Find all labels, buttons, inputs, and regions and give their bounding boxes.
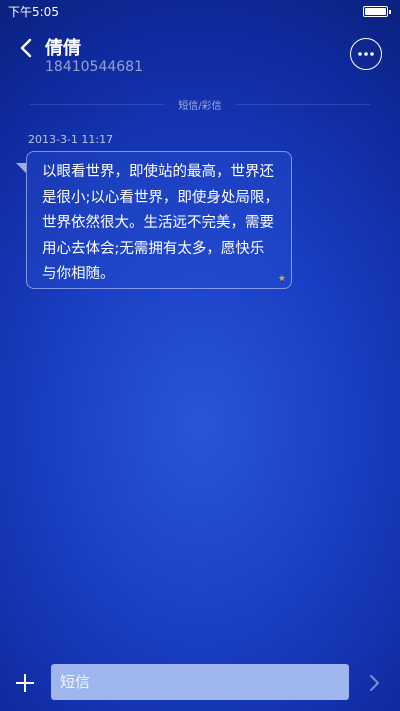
contact-number: 18410544681 xyxy=(45,59,143,75)
divider-line-right xyxy=(235,104,370,105)
back-button[interactable] xyxy=(12,34,40,62)
conversation-header: 倩倩 18410544681 xyxy=(0,28,400,84)
message-text: 以眼看世界，即使站的最高，世界还 是很小;以心看世界，即使身处局限， 世界依然很… xyxy=(42,164,279,282)
more-options-button[interactable] xyxy=(350,38,382,70)
chevron-right-icon xyxy=(370,675,379,691)
send-button[interactable] xyxy=(364,672,384,694)
star-icon: ★ xyxy=(277,274,286,284)
message-type-divider: 短信/彩信 xyxy=(0,96,400,112)
status-bar: 下午5:05 xyxy=(0,0,400,22)
compose-bar xyxy=(0,660,400,710)
message-bubble[interactable]: 以眼看世界，即使站的最高，世界还 是很小;以心看世界，即使身处局限， 世界依然很… xyxy=(26,151,292,289)
status-time: 下午5:05 xyxy=(8,4,59,19)
battery-icon xyxy=(363,5,391,17)
bubble-tail xyxy=(16,163,26,173)
more-dots-icon xyxy=(358,52,374,56)
message-timestamp: 2013-3-1 11:17 xyxy=(28,133,114,146)
contact-name: 倩倩 xyxy=(45,38,81,59)
message-type-label: 短信/彩信 xyxy=(178,100,222,112)
sms-input[interactable] xyxy=(51,664,349,700)
divider-line-left xyxy=(30,104,165,105)
add-attachment-button[interactable] xyxy=(12,670,38,696)
battery-level xyxy=(365,7,386,15)
chevron-left-icon xyxy=(20,38,32,58)
